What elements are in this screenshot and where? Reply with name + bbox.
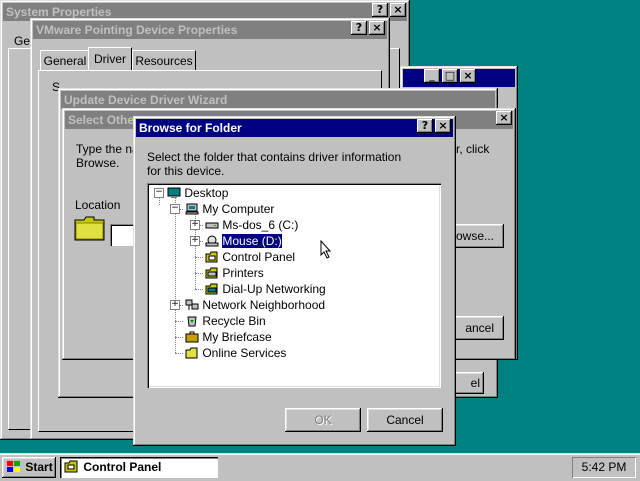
- tree-item-printers[interactable]: Printers: [205, 265, 264, 281]
- tree-item-label: Network Neighborhood: [202, 298, 326, 312]
- tree-item-desktop[interactable]: Desktop: [167, 185, 228, 201]
- hard-drive-icon: [205, 222, 219, 229]
- folder-icon: [74, 216, 105, 241]
- briefcase-icon: [185, 331, 199, 343]
- location-label: Location: [75, 198, 121, 212]
- instruction-text-left: Type the na: [76, 142, 139, 156]
- tree-item-d-drive[interactable]: Mouse (D:): [205, 233, 283, 249]
- tree-line: [175, 353, 183, 354]
- browse-for-folder-title: Browse for Folder: [136, 119, 453, 137]
- tab-driver[interactable]: Driver: [88, 47, 132, 70]
- help-button[interactable]: ?: [417, 119, 433, 133]
- tree-line: [195, 257, 203, 258]
- tree-item-recycle-bin[interactable]: Recycle Bin: [185, 313, 266, 329]
- tree-item-label: Mouse (D:): [221, 233, 283, 249]
- folder-tree[interactable]: − − + + + Desktop My Computer Ms-dos_6 (…: [147, 183, 441, 388]
- expand-toggle[interactable]: +: [170, 300, 180, 310]
- close-button[interactable]: ×: [390, 3, 406, 17]
- tree-item-label: Desktop: [184, 186, 229, 200]
- maximize-button[interactable]: □: [442, 69, 458, 83]
- printers-icon: [205, 267, 218, 279]
- tree-line: [195, 289, 203, 290]
- tree-item-online-services[interactable]: Online Services: [185, 345, 286, 361]
- my-computer-icon: [185, 203, 199, 215]
- start-button[interactable]: Start: [2, 457, 56, 478]
- network-icon: [185, 299, 199, 310]
- tree-line: [195, 273, 203, 274]
- clock: 5:42 PM: [572, 457, 636, 478]
- close-button[interactable]: ×: [369, 21, 385, 35]
- taskbar: Start Control Panel 5:42 PM: [0, 453, 640, 481]
- collapse-toggle[interactable]: −: [170, 204, 180, 214]
- control-panel-icon: [64, 460, 78, 473]
- browse-instruction: Select the folder that contains driver i…: [147, 150, 402, 178]
- dial-up-icon: [205, 283, 218, 295]
- tree-item-label: Dial-Up Networking: [222, 282, 326, 296]
- tree-item-label: My Computer: [202, 202, 275, 216]
- expand-toggle[interactable]: +: [190, 220, 200, 230]
- tree-item-dial-up[interactable]: Dial-Up Networking: [205, 281, 326, 297]
- tree-line: [175, 197, 176, 353]
- tree-item-label: Control Panel: [222, 250, 296, 264]
- tree-item-label: Printers: [222, 266, 264, 280]
- tree-item-label: My Briefcase: [202, 330, 272, 344]
- instruction-text-left-2: Browse.: [76, 156, 120, 170]
- tree-line: [175, 337, 183, 338]
- start-label: Start: [25, 460, 53, 474]
- tree-item-label: Recycle Bin: [202, 314, 266, 328]
- tab-general[interactable]: General: [40, 50, 90, 71]
- desktop-icon: [167, 187, 181, 198]
- tree-item-briefcase[interactable]: My Briefcase: [185, 329, 272, 345]
- help-button[interactable]: ?: [372, 3, 388, 17]
- background-window-title: [403, 69, 515, 87]
- windows-logo-icon: [7, 461, 20, 472]
- location-field[interactable]: [110, 224, 134, 246]
- tree-item-label: Online Services: [202, 346, 287, 360]
- mouse-cursor-icon: [320, 240, 332, 259]
- close-button[interactable]: ×: [435, 119, 451, 133]
- task-label: Control Panel: [83, 460, 162, 474]
- update-wizard-title: Update Device Driver Wizard: [61, 91, 495, 109]
- control-panel-icon: [205, 251, 218, 263]
- tree-item-c-drive[interactable]: Ms-dos_6 (C:): [205, 217, 298, 233]
- vmware-properties-title: VMware Pointing Device Properties: [33, 21, 387, 39]
- help-button[interactable]: ?: [351, 21, 367, 35]
- tree-line: [159, 197, 160, 205]
- expand-toggle[interactable]: +: [190, 236, 200, 246]
- minimize-button[interactable]: _: [424, 69, 440, 83]
- collapse-toggle[interactable]: −: [154, 188, 164, 198]
- tree-item-label: Ms-dos_6 (C:): [222, 218, 299, 232]
- cd-drive-icon: [205, 235, 219, 247]
- cancel-button[interactable]: Cancel: [367, 408, 443, 432]
- ok-button[interactable]: OK: [285, 408, 361, 432]
- tab-resources[interactable]: Resources: [132, 50, 196, 71]
- taskbar-control-panel[interactable]: Control Panel: [60, 457, 218, 478]
- tree-item-my-computer[interactable]: My Computer: [185, 201, 274, 217]
- close-button[interactable]: ×: [496, 111, 512, 125]
- tree-line: [175, 321, 183, 322]
- recycle-bin-icon: [187, 316, 197, 327]
- tree-item-control-panel[interactable]: Control Panel: [205, 249, 295, 265]
- folder-icon: [185, 347, 198, 359]
- tab-general[interactable]: Ge: [14, 34, 30, 48]
- tree-item-network[interactable]: Network Neighborhood: [185, 297, 325, 313]
- close-button[interactable]: ×: [460, 69, 476, 83]
